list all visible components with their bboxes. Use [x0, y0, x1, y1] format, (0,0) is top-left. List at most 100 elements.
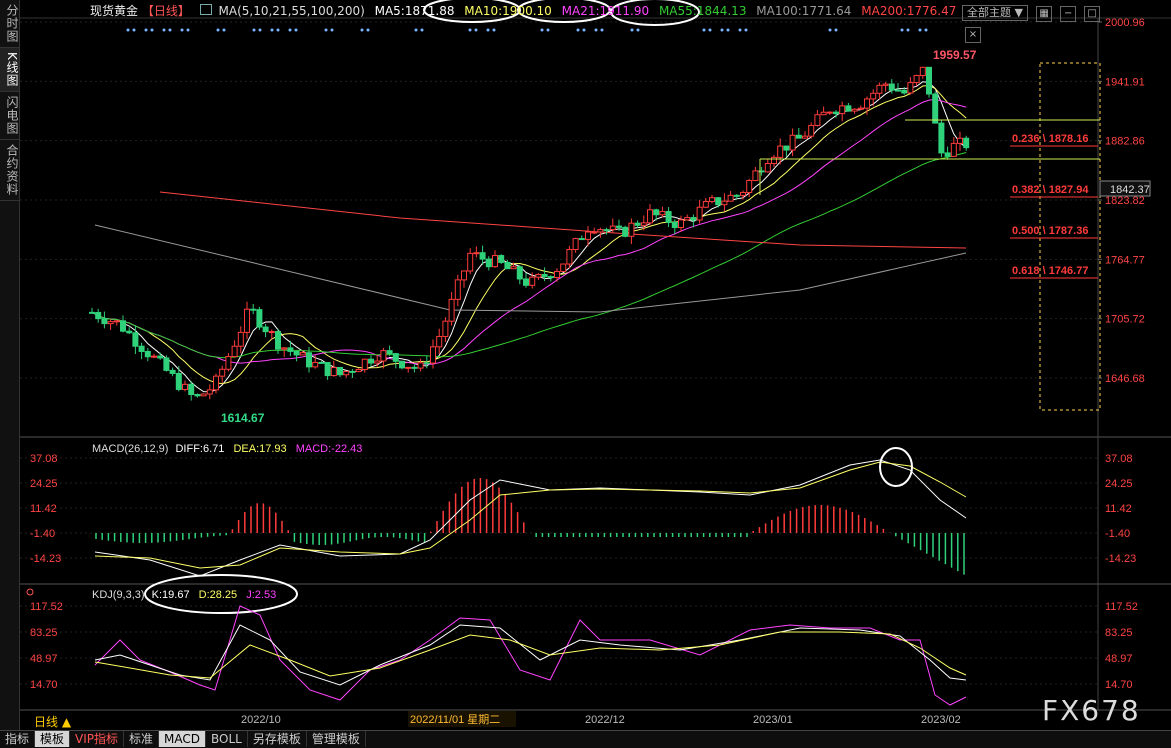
candle[interactable]: [126, 330, 133, 334]
candle[interactable]: [814, 114, 821, 126]
candle[interactable]: [529, 276, 536, 286]
candle[interactable]: [733, 194, 740, 197]
candle[interactable]: [479, 252, 486, 260]
bottom-tab-1[interactable]: 模板: [35, 731, 71, 747]
candle[interactable]: [926, 66, 932, 95]
candle[interactable]: [783, 145, 790, 151]
candle[interactable]: [144, 350, 151, 358]
bottom-tab-0[interactable]: 指标: [0, 731, 36, 747]
candle[interactable]: [777, 145, 784, 158]
candle[interactable]: [913, 75, 920, 84]
maximize-icon[interactable]: □: [1084, 6, 1101, 22]
candle[interactable]: [256, 309, 263, 328]
candle[interactable]: [932, 93, 939, 124]
layout-icon[interactable]: ▦: [1036, 6, 1053, 22]
candle[interactable]: [659, 211, 666, 216]
candle[interactable]: [826, 111, 833, 114]
candle[interactable]: [721, 200, 728, 206]
candle[interactable]: [485, 258, 492, 268]
candle[interactable]: [597, 229, 604, 233]
candle[interactable]: [306, 352, 312, 368]
candle[interactable]: [578, 238, 585, 241]
bottom-tab-3[interactable]: 标准: [124, 731, 160, 747]
candle[interactable]: [715, 197, 722, 206]
candle[interactable]: [361, 358, 368, 370]
candle[interactable]: [870, 92, 877, 100]
candle[interactable]: [312, 361, 319, 368]
candle[interactable]: [268, 331, 275, 334]
candle[interactable]: [89, 311, 95, 314]
candle[interactable]: [250, 308, 257, 311]
candle[interactable]: [888, 83, 895, 91]
candle[interactable]: [293, 350, 300, 356]
candle[interactable]: [746, 179, 753, 193]
candle[interactable]: [504, 261, 511, 270]
candle[interactable]: [957, 137, 963, 144]
candle[interactable]: [461, 270, 467, 281]
period-selector[interactable]: 日线 ▲: [34, 713, 71, 730]
candle[interactable]: [151, 355, 157, 358]
candle[interactable]: [665, 211, 672, 223]
candle[interactable]: [262, 326, 269, 333]
candle[interactable]: [609, 225, 616, 231]
chart-canvas[interactable]: 0.236 \ 1878.16 0.382 \ 1827.94 0.500 \ 17…: [0, 0, 1171, 730]
candle[interactable]: [901, 89, 908, 94]
kdj-expand-icon[interactable]: [26, 588, 34, 596]
candle[interactable]: [950, 142, 957, 157]
candle[interactable]: [603, 229, 610, 232]
candle[interactable]: [244, 308, 250, 333]
candle[interactable]: [696, 206, 703, 221]
candle[interactable]: [188, 383, 195, 396]
candle[interactable]: [938, 122, 945, 154]
candle[interactable]: [368, 358, 374, 364]
candle[interactable]: [516, 266, 523, 280]
candle[interactable]: [554, 270, 560, 279]
candle[interactable]: [157, 355, 164, 359]
candle[interactable]: [324, 362, 331, 377]
candle[interactable]: [225, 356, 232, 370]
candle[interactable]: [628, 222, 635, 237]
candle[interactable]: [808, 124, 815, 137]
candle[interactable]: [200, 393, 207, 397]
candle[interactable]: [833, 111, 839, 115]
candle[interactable]: [454, 279, 461, 300]
candle[interactable]: [411, 366, 418, 369]
candle[interactable]: [281, 347, 288, 350]
candle[interactable]: [169, 369, 176, 374]
chart-type-icon[interactable]: [199, 4, 212, 15]
candle[interactable]: [684, 217, 691, 221]
candle[interactable]: [616, 225, 622, 228]
candle[interactable]: [919, 66, 926, 77]
candle[interactable]: [963, 137, 970, 149]
candle[interactable]: [876, 84, 883, 94]
candle[interactable]: [101, 318, 108, 325]
candle[interactable]: [678, 219, 684, 228]
candle[interactable]: [467, 252, 474, 272]
candle[interactable]: [343, 370, 350, 376]
candle[interactable]: [95, 311, 102, 320]
candle[interactable]: [671, 221, 678, 228]
candle[interactable]: [895, 89, 901, 92]
candlesticks[interactable]: [89, 66, 970, 401]
period-tag[interactable]: 【日线】: [142, 4, 190, 18]
candle[interactable]: [448, 298, 455, 322]
candle[interactable]: [771, 156, 777, 165]
candle[interactable]: [175, 372, 182, 390]
candle[interactable]: [560, 263, 567, 272]
candle[interactable]: [547, 276, 554, 279]
candle[interactable]: [237, 331, 244, 347]
candle[interactable]: [622, 226, 629, 237]
candle[interactable]: [535, 274, 542, 278]
left-tab-0[interactable]: 分时图: [0, 0, 19, 48]
candle[interactable]: [752, 170, 759, 181]
candle[interactable]: [138, 345, 145, 352]
candle[interactable]: [634, 222, 641, 226]
candle[interactable]: [857, 107, 864, 110]
candle[interactable]: [213, 375, 219, 391]
candle[interactable]: [405, 366, 412, 369]
theme-selector[interactable]: 全部主题 ▼: [962, 5, 1028, 21]
left-tab-3[interactable]: 合约资料: [0, 140, 19, 201]
candle[interactable]: [107, 321, 114, 325]
candle[interactable]: [349, 370, 356, 373]
candle[interactable]: [219, 368, 226, 377]
